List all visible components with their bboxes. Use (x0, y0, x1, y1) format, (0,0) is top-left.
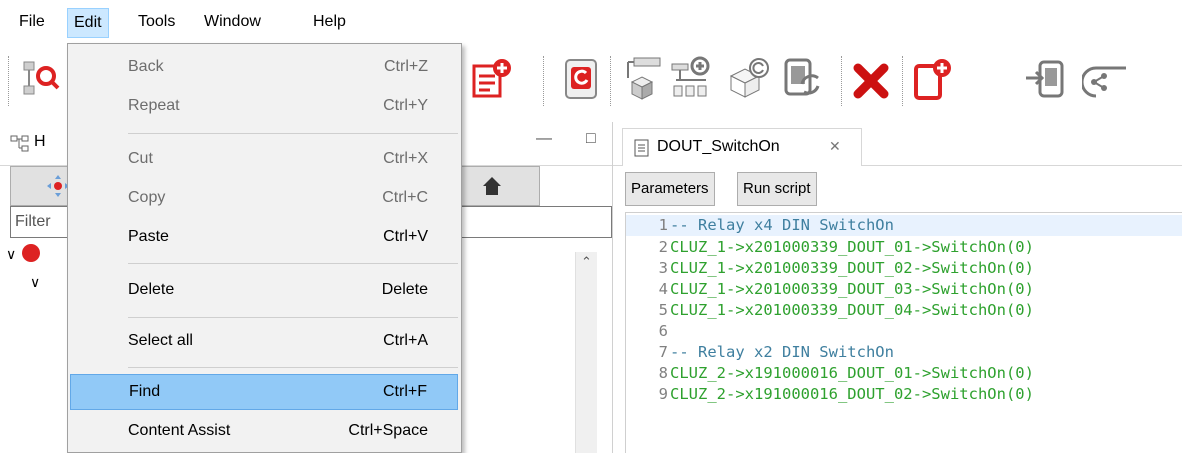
menu-bar: File Edit Tools Window Help (0, 0, 1182, 44)
menu-item-shortcut: Ctrl+Space (348, 422, 428, 439)
menu-separator (128, 367, 458, 368)
menu-item-copy[interactable]: Copy Ctrl+C (70, 181, 458, 217)
code-line: 2 CLUZ_1->x201000339_DOUT_01->SwitchOn(0) (658, 238, 1034, 256)
toolbar-separator (610, 56, 612, 106)
menu-separator (128, 263, 458, 264)
object-add-icon[interactable] (912, 56, 956, 102)
chevron-down-icon[interactable]: ∨ (6, 246, 16, 263)
menu-item-select-all[interactable]: Select all Ctrl+A (70, 324, 458, 360)
edit-menu-dropdown: Back Ctrl+Z Repeat Ctrl+Y Cut Ctrl+X Cop… (67, 43, 462, 453)
code-line: 9 CLUZ_2->x191000016_DOUT_02->SwitchOn(0) (658, 385, 1034, 403)
code-line: 3 CLUZ_1->x201000339_DOUT_02->SwitchOn(0) (658, 259, 1034, 277)
tree-search-icon[interactable] (18, 56, 62, 102)
cube-network-icon[interactable] (618, 56, 662, 102)
filter-placeholder: Filter (15, 213, 51, 230)
menu-item-label: Delete (128, 281, 175, 298)
code-line: 8 CLUZ_2->x191000016_DOUT_01->SwitchOn(0) (658, 364, 1034, 382)
parameters-button[interactable]: Parameters (625, 172, 715, 206)
menu-item-cut[interactable]: Cut Ctrl+X (70, 142, 458, 178)
panel-title: H (34, 133, 46, 150)
toolbar-separator (8, 56, 10, 106)
code-line: 5 CLUZ_1->x201000339_DOUT_04->SwitchOn(0) (658, 301, 1034, 319)
home-icon[interactable] (481, 175, 503, 197)
chevron-down-icon[interactable]: ∨ (30, 274, 40, 291)
toolbar-separator (543, 56, 545, 106)
menu-item-repeat[interactable]: Repeat Ctrl+Y (70, 89, 458, 125)
menu-window[interactable]: Window (204, 11, 261, 33)
menu-item-delete[interactable]: Delete Delete (70, 273, 458, 309)
scroll-up-icon[interactable]: ⌃ (581, 254, 592, 270)
menu-separator (128, 317, 458, 318)
minimize-icon[interactable]: — (536, 130, 552, 148)
toolbar-separator (841, 56, 843, 106)
menu-item-content-assist[interactable]: Content Assist Ctrl+Space (70, 414, 458, 450)
script-file-icon (634, 139, 649, 157)
menu-item-shortcut: Ctrl+A (383, 332, 428, 349)
menu-item-shortcut: Ctrl+X (383, 150, 428, 167)
cycle-icon[interactable] (560, 56, 604, 102)
code-line: 7 -- Relay x2 DIN SwitchOn (658, 343, 894, 361)
menu-item-back[interactable]: Back Ctrl+Z (70, 50, 458, 86)
menu-item-shortcut: Ctrl+C (382, 189, 428, 206)
menu-item-label: Cut (128, 150, 153, 167)
menu-help[interactable]: Help (313, 11, 346, 33)
menu-item-shortcut: Delete (381, 281, 428, 298)
menu-item-label: Repeat (128, 97, 180, 114)
device-sync-icon[interactable] (780, 56, 824, 102)
scrollbar[interactable]: ⌃ (575, 252, 597, 453)
code-line: 1 -- Relay x4 DIN SwitchOn (626, 215, 1182, 236)
menu-item-label: Copy (128, 189, 166, 206)
toolbar-separator (902, 56, 904, 106)
hierarchy-icon (10, 135, 29, 152)
menu-item-paste[interactable]: Paste Ctrl+V (70, 220, 458, 256)
editor-tabbar: DOUT_SwitchOn ✕ (613, 122, 1182, 166)
menu-item-label: Select all (128, 332, 193, 349)
menu-item-label: Paste (128, 228, 169, 245)
device-import-icon[interactable] (1024, 56, 1068, 102)
menu-item-shortcut: Ctrl+F (383, 383, 427, 400)
cloud-share-icon[interactable] (1082, 56, 1126, 102)
code-line: 6 (658, 322, 668, 340)
add-network-icon[interactable] (670, 56, 714, 102)
script-add-icon[interactable] (470, 56, 514, 102)
menu-item-shortcut: Ctrl+Z (384, 58, 428, 75)
cube-refresh-icon[interactable] (727, 56, 771, 102)
code-line: 4 CLUZ_1->x201000339_DOUT_03->SwitchOn(0) (658, 280, 1034, 298)
menu-item-label: Find (129, 383, 161, 400)
run-script-button[interactable]: Run script (737, 172, 817, 206)
menu-item-shortcut: Ctrl+Y (383, 97, 428, 114)
delete-x-icon[interactable] (850, 56, 894, 102)
menu-tools[interactable]: Tools (138, 11, 175, 33)
menu-file[interactable]: File (19, 11, 45, 33)
close-icon[interactable]: ✕ (829, 138, 841, 155)
tab-dout-switchon[interactable]: DOUT_SwitchOn ✕ (622, 128, 862, 166)
tab-label: DOUT_SwitchOn (657, 138, 780, 155)
menu-item-find[interactable]: Find Ctrl+F (70, 374, 458, 410)
menu-item-label: Back (128, 58, 164, 75)
maximize-icon[interactable]: □ (586, 130, 596, 148)
menu-edit[interactable]: Edit (67, 8, 109, 38)
menu-item-label: Content Assist (128, 422, 231, 439)
expand-icon[interactable] (47, 175, 69, 197)
menu-separator (128, 133, 458, 134)
script-editor: DOUT_SwitchOn ✕ Parameters Run script 1-… (612, 122, 1182, 453)
menu-item-shortcut: Ctrl+V (383, 228, 428, 245)
code-area[interactable]: 1 -- Relay x4 DIN SwitchOn 2 CLUZ_1->x2010… (625, 212, 1182, 453)
controller-icon (22, 244, 40, 262)
